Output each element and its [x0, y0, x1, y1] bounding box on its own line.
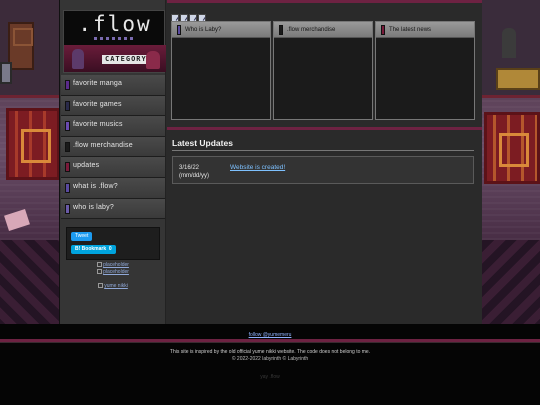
tv-sprite	[0, 62, 12, 84]
sidebar-item-label: .flow merchandise	[73, 141, 133, 149]
character-sprite	[146, 51, 160, 69]
sidebar-item-label: favorite musics	[73, 121, 123, 129]
book-icon	[65, 80, 70, 90]
update-link[interactable]: Website is created!	[230, 164, 285, 171]
panel-marker-icon	[177, 25, 181, 35]
sidebar-item-updates[interactable]: updates	[61, 157, 165, 178]
footer-disclaimer: This site is inspired by the old officia…	[169, 349, 371, 355]
panel-flow-merchandise: .flow merchandise	[273, 21, 373, 120]
sidebar-item-favorite-manga[interactable]: favorite manga	[61, 75, 165, 96]
sidebar-item-favorite-musics[interactable]: favorite musics	[61, 116, 165, 137]
panels-row: Who is Laby? .flow merchandise The lates…	[171, 21, 475, 121]
sidebar-item-favorite-games[interactable]: favorite games	[61, 95, 165, 117]
panel-title: Who is Laby?	[185, 27, 222, 33]
footer-faint-text: yay .flow	[260, 374, 280, 380]
placeholder-link-label: placeholder	[103, 262, 129, 268]
bookmark-button[interactable]: B! Bookmark 0	[71, 245, 116, 254]
updates-heading: Latest Updates	[172, 138, 233, 148]
section-divider	[167, 127, 482, 130]
sidebar-item-what-is-flow[interactable]: what is .flow?	[61, 177, 165, 199]
yume-nikki-link[interactable]: yume nikki	[60, 283, 166, 290]
toolbar-icons	[171, 9, 207, 22]
panel-who-is-laby: Who is Laby?	[171, 21, 271, 120]
bookmark-count: 0	[108, 246, 112, 252]
update-date: 3/16/22 (mm/dd/yy)	[179, 165, 209, 179]
sidebar-item-label: what is .flow?	[73, 182, 118, 190]
panel-title: The latest news	[389, 27, 432, 33]
book-icon	[65, 162, 70, 173]
sidebar-item-flow-merchandise[interactable]: .flow merchandise	[61, 136, 165, 158]
character-sprite	[72, 49, 84, 69]
panel-marker-icon	[381, 25, 385, 35]
sidebar: .flow CATEGORY favorite manga favorite g…	[60, 0, 166, 324]
site-banner[interactable]: .flow CATEGORY	[63, 10, 166, 73]
logo-dots	[94, 37, 136, 40]
top-divider	[167, 0, 482, 3]
broken-image-icon	[97, 262, 103, 268]
bookmark-label: B! Bookmark	[75, 246, 107, 252]
book-icon	[65, 100, 70, 111]
dark-tiles-left	[0, 240, 60, 330]
book-icon	[65, 182, 70, 193]
book-icon	[65, 121, 70, 132]
book-icon	[65, 141, 70, 152]
lamp-sprite	[502, 28, 516, 58]
sidebar-item-label: favorite games	[73, 100, 122, 108]
panel-title: .flow merchandise	[287, 27, 336, 33]
panel-header[interactable]: .flow merchandise	[274, 22, 372, 38]
rug-left	[6, 108, 60, 180]
footer: follow @yumemeru This site is inspired b…	[0, 324, 540, 405]
footer-follow-link[interactable]: follow @yumemeru	[0, 332, 540, 338]
panel-marker-icon	[279, 25, 283, 35]
broken-image-icon	[98, 283, 104, 289]
placeholder-link-label: placeholder	[103, 269, 129, 275]
rug-right	[484, 112, 540, 184]
placeholder-link[interactable]: placeholder	[60, 269, 166, 276]
updates-underline	[172, 150, 474, 151]
share-box: Tweet B! Bookmark 0	[66, 227, 160, 260]
panel-header[interactable]: The latest news	[376, 22, 474, 38]
panel-header[interactable]: Who is Laby?	[172, 22, 270, 38]
dark-tiles-right	[480, 240, 540, 330]
panel-latest-news: The latest news	[375, 21, 475, 120]
yume-nikki-link-label: yume nikki	[104, 283, 128, 289]
site-frame: .flow CATEGORY favorite manga favorite g…	[59, 0, 482, 324]
broken-image-icon	[97, 269, 103, 275]
book-icon	[65, 203, 70, 214]
sidebar-nav: favorite manga favorite games favorite m…	[61, 75, 165, 220]
sidebar-item-label: updates	[73, 162, 100, 170]
footer-divider-shadow	[0, 342, 540, 343]
update-entry: 3/16/22 (mm/dd/yy) Website is created!	[172, 156, 474, 184]
tweet-button[interactable]: Tweet	[71, 232, 93, 241]
main-content: Who is Laby? .flow merchandise The lates…	[167, 0, 482, 324]
sidebar-item-label: favorite manga	[73, 80, 123, 87]
site-logo: .flow	[78, 12, 152, 36]
placeholder-link[interactable]: placeholder	[60, 262, 166, 269]
category-band: CATEGORY	[64, 45, 166, 72]
desk-sprite	[496, 68, 540, 90]
category-label: CATEGORY	[102, 55, 150, 64]
sidebar-item-label: who is laby?	[73, 203, 114, 211]
sidebar-item-who-is-laby[interactable]: who is laby?	[61, 198, 165, 220]
footer-copyright: © 2022-2022 labyrinth © Labyrinth	[231, 356, 309, 362]
sidebar-links: placeholder placeholder yume nikki	[60, 262, 166, 290]
